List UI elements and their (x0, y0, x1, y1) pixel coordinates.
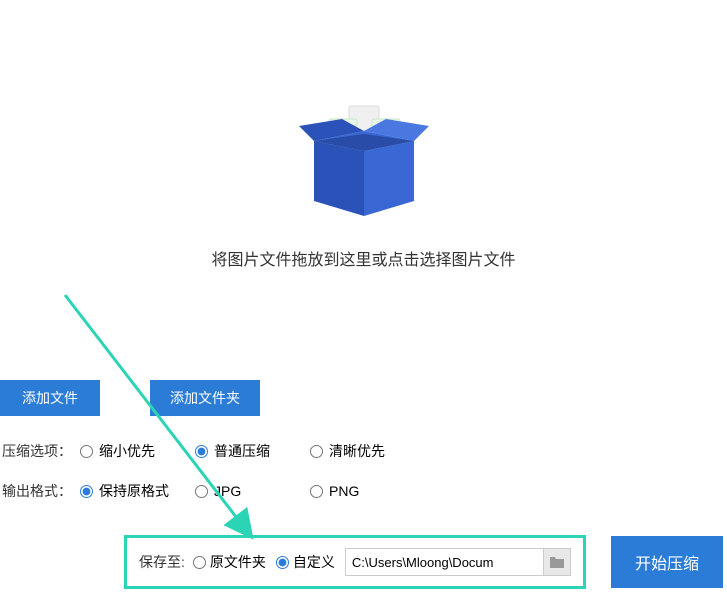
radio-label: PNG (329, 483, 359, 499)
radio-clarity-priority[interactable]: 清晰优先 (310, 441, 425, 461)
radio-label: JPG (214, 483, 241, 499)
save-to-label: 保存至: (139, 552, 185, 572)
save-section: 保存至: 原文件夹 自定义 (124, 535, 586, 589)
output-format-label: 输出格式： (2, 481, 80, 501)
radio-label: 清晰优先 (329, 441, 385, 461)
add-folder-button[interactable]: 添加文件夹 (150, 380, 260, 416)
radio-jpg[interactable]: JPG (195, 481, 310, 501)
radio-shrink-priority[interactable]: 缩小优先 (80, 441, 195, 461)
radio-label: 原文件夹 (210, 552, 266, 572)
compress-option-row: 压缩选项： 缩小优先 普通压缩 清晰优先 (2, 441, 727, 461)
radio-custom-folder[interactable]: 自定义 (276, 552, 335, 572)
button-row: 添加文件 添加文件夹 (0, 380, 727, 416)
radio-label: 自定义 (293, 552, 335, 572)
folder-icon (549, 555, 565, 569)
box-icon (294, 101, 434, 221)
options-section: 压缩选项： 缩小优先 普通压缩 清晰优先 输出格式： 保持原格式 (0, 441, 727, 501)
drop-area[interactable]: 将图片文件拖放到这里或点击选择图片文件 (0, 0, 727, 370)
start-compress-button[interactable]: 开始压缩 (611, 536, 723, 588)
output-format-row: 输出格式： 保持原格式 JPG PNG (2, 481, 727, 501)
radio-keep-format[interactable]: 保持原格式 (80, 481, 195, 501)
path-input[interactable] (345, 548, 544, 576)
radio-label: 普通压缩 (214, 441, 270, 461)
radio-label: 缩小优先 (99, 441, 155, 461)
browse-folder-button[interactable] (543, 548, 571, 576)
bottom-bar: 保存至: 原文件夹 自定义 开始压缩 (0, 535, 727, 589)
add-file-button[interactable]: 添加文件 (0, 380, 100, 416)
radio-original-folder[interactable]: 原文件夹 (193, 552, 266, 572)
radio-label: 保持原格式 (99, 481, 169, 501)
drop-text: 将图片文件拖放到这里或点击选择图片文件 (211, 246, 515, 270)
compress-option-label: 压缩选项： (2, 441, 80, 461)
radio-normal-compress[interactable]: 普通压缩 (195, 441, 310, 461)
output-radio-group: 保持原格式 JPG PNG (80, 481, 425, 501)
compress-radio-group: 缩小优先 普通压缩 清晰优先 (80, 441, 425, 461)
radio-png[interactable]: PNG (310, 481, 425, 501)
